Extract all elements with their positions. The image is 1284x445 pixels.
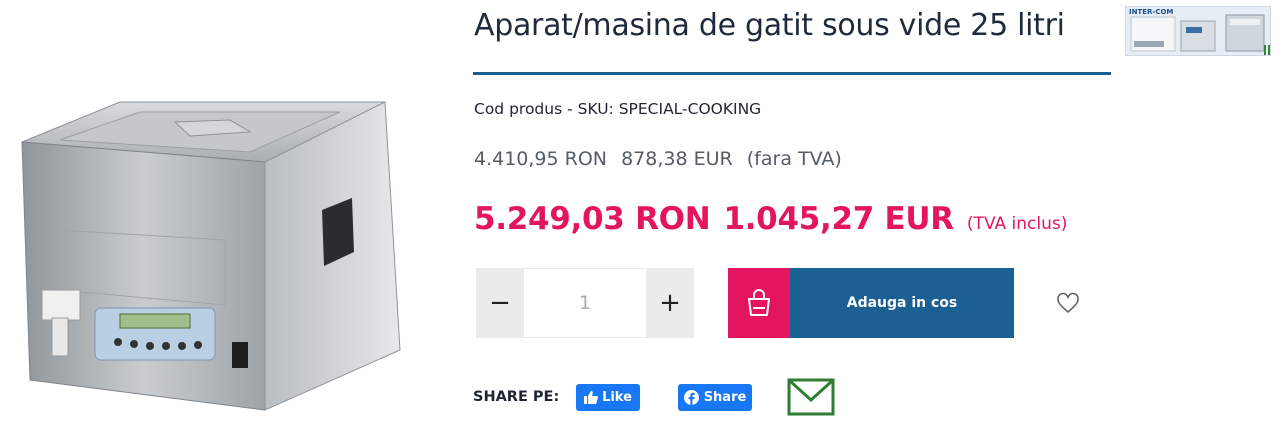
email-share-button[interactable] bbox=[787, 378, 835, 416]
price-gross-ron: 5.249,03 RON bbox=[474, 201, 711, 237]
product-title: Aparat/masina de gatit sous vide 25 litr… bbox=[474, 8, 1065, 43]
title-divider bbox=[473, 72, 1111, 75]
sous-vide-machine-image bbox=[21, 101, 401, 411]
brand-banner[interactable]: INTER-COM bbox=[1125, 6, 1271, 56]
thumbs-up-icon bbox=[584, 391, 598, 404]
envelope-icon bbox=[787, 378, 835, 416]
banner-brand: INTER-COM bbox=[1129, 8, 1174, 16]
quantity-decrease-button[interactable]: − bbox=[476, 268, 524, 338]
price-net-eur: 878,38 EUR bbox=[621, 148, 733, 170]
share-label: SHARE PE: bbox=[473, 389, 560, 405]
facebook-icon bbox=[683, 390, 699, 405]
quantity-input[interactable]: 1 bbox=[524, 268, 646, 338]
quantity-increase-button[interactable]: + bbox=[646, 268, 694, 338]
product-sku: Cod produs - SKU: SPECIAL-COOKING bbox=[474, 100, 762, 118]
add-to-cart-button[interactable]: Adauga in cos bbox=[728, 268, 1014, 338]
price-net-note: (fara TVA) bbox=[746, 148, 842, 170]
facebook-share-button[interactable]: Share bbox=[678, 384, 752, 411]
cart-icon-box bbox=[728, 268, 790, 338]
price-with-vat: 5.249,03 RON 1.045,27 EUR (TVA inclus) bbox=[474, 201, 1067, 237]
quantity-stepper: − 1 + bbox=[476, 268, 694, 338]
price-without-vat: 4.410,95 RON 878,38 EUR (fara TVA) bbox=[474, 148, 850, 170]
product-image[interactable] bbox=[0, 80, 420, 425]
price-gross-eur: 1.045,27 EUR bbox=[723, 201, 954, 237]
facebook-like-label: Like bbox=[602, 390, 632, 405]
facebook-share-label: Share bbox=[703, 390, 747, 405]
heart-icon bbox=[1057, 292, 1079, 314]
price-gross-note: (TVA inclus) bbox=[966, 214, 1068, 234]
add-to-cart-label: Adauga in cos bbox=[790, 268, 1014, 338]
facebook-like-button[interactable]: Like bbox=[576, 384, 640, 411]
price-net-ron: 4.410,95 RON bbox=[474, 148, 608, 170]
shopping-bag-icon bbox=[748, 289, 770, 316]
wishlist-button[interactable] bbox=[1055, 290, 1081, 316]
